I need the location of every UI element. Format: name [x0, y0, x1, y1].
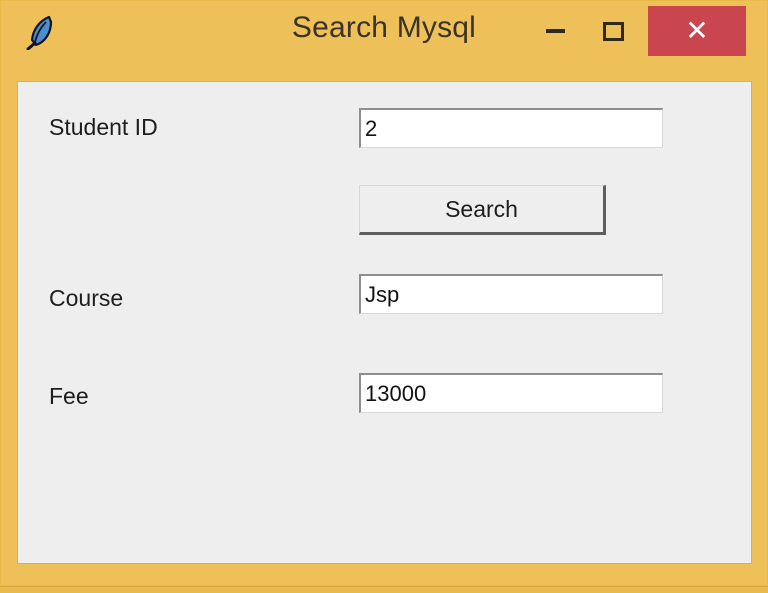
label-course: Course: [49, 285, 124, 311]
fee-input[interactable]: 13000: [359, 373, 663, 413]
search-button[interactable]: Search: [359, 185, 606, 235]
label-student-id: Student ID: [49, 114, 158, 140]
course-input[interactable]: Jsp: [359, 274, 663, 314]
close-icon: ✕: [685, 15, 709, 46]
title-bar[interactable]: Search Mysql ✕: [0, 0, 768, 62]
application-window: Search Mysql ✕ Student ID 2 Search Cours…: [0, 0, 768, 586]
student-id-input[interactable]: 2: [359, 108, 663, 148]
minimize-button[interactable]: [526, 6, 584, 56]
maximize-button[interactable]: [584, 6, 642, 56]
label-fee: Fee: [49, 383, 89, 409]
maximize-icon: [602, 21, 624, 41]
client-area: Student ID 2 Search Course Jsp Fee 13000: [17, 81, 752, 564]
minimize-icon: [545, 29, 565, 33]
close-button[interactable]: ✕: [648, 6, 746, 56]
